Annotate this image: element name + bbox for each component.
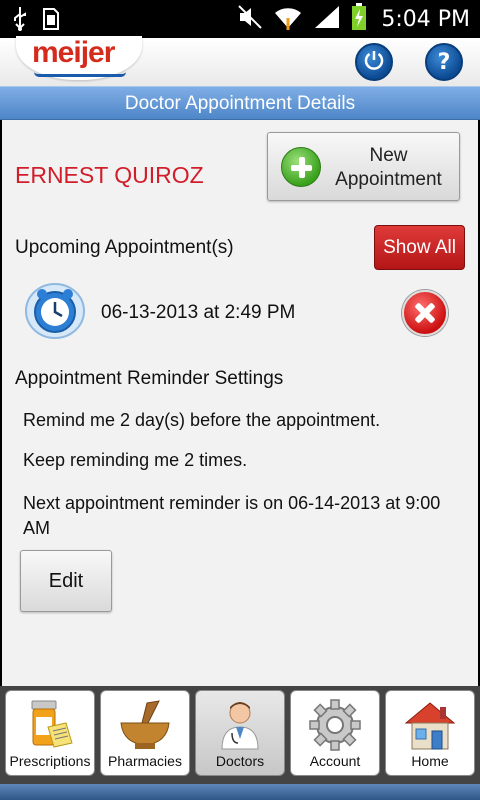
tab-label: Account [309,753,361,769]
delete-appointment-icon[interactable] [402,290,448,336]
tab-label: Prescriptions [9,753,91,769]
plus-icon [281,147,321,187]
clock-time: 5:04 PM [381,6,470,32]
remind-days-text: Remind me 2 day(s) before the appointmen… [23,410,381,430]
help-button[interactable]: ? [425,43,463,81]
remind-count-text: Keep reminding me 2 times. [23,450,248,470]
mute-icon [237,4,263,34]
bottom-tab-bar: Prescriptions Pharmacies Doctors Account… [0,686,480,784]
doctor-icon [212,699,268,751]
appointment-datetime[interactable]: 06-13-2013 at 2:49 PM [101,302,295,324]
status-bar: 5:04 PM [0,0,480,38]
logo-text: meijer [32,36,115,69]
page-title: Doctor Appointment Details [0,86,480,120]
power-button[interactable] [355,43,393,81]
wifi-icon [273,4,303,34]
tab-label: Home [411,753,449,769]
usb-icon [12,6,28,36]
logo-swoosh [34,72,126,77]
home-icon [402,699,458,751]
tab-pharmacies[interactable]: Pharmacies [100,690,190,776]
gear-icon [307,699,363,751]
prescription-bottle-icon [22,699,78,751]
meijer-logo: meijer [16,36,142,80]
new-appointment-button[interactable]: New Appointment [267,132,460,201]
main-content: ERNEST QUIROZ New Appointment Upcoming A… [2,120,478,686]
bottom-strip [0,784,480,800]
upcoming-appointments-label: Upcoming Appointment(s) [15,237,234,258]
next-reminder-text: Next appointment reminder is on 06-14-20… [23,493,441,538]
app-header: meijer ? [0,36,480,86]
reminder-settings-label: Appointment Reminder Settings [15,368,284,389]
battery-charging-icon [351,3,367,35]
tab-prescriptions[interactable]: Prescriptions [5,690,95,776]
tab-account[interactable]: Account [290,690,380,776]
edit-button[interactable]: Edit [20,550,112,612]
sd-card-icon [42,7,60,35]
new-appointment-label: New Appointment [335,145,442,190]
tab-doctors[interactable]: Doctors [195,690,285,776]
mortar-pestle-icon [117,699,173,751]
power-icon [363,49,385,75]
show-all-button[interactable]: Show All [374,225,465,270]
signal-icon [313,4,341,34]
tab-label: Pharmacies [108,753,182,769]
alarm-clock-icon [24,280,86,342]
help-icon: ? [437,49,451,75]
tab-label: Doctors [215,753,265,769]
tab-home[interactable]: Home [385,690,475,776]
patient-name: ERNEST QUIROZ [15,162,204,188]
